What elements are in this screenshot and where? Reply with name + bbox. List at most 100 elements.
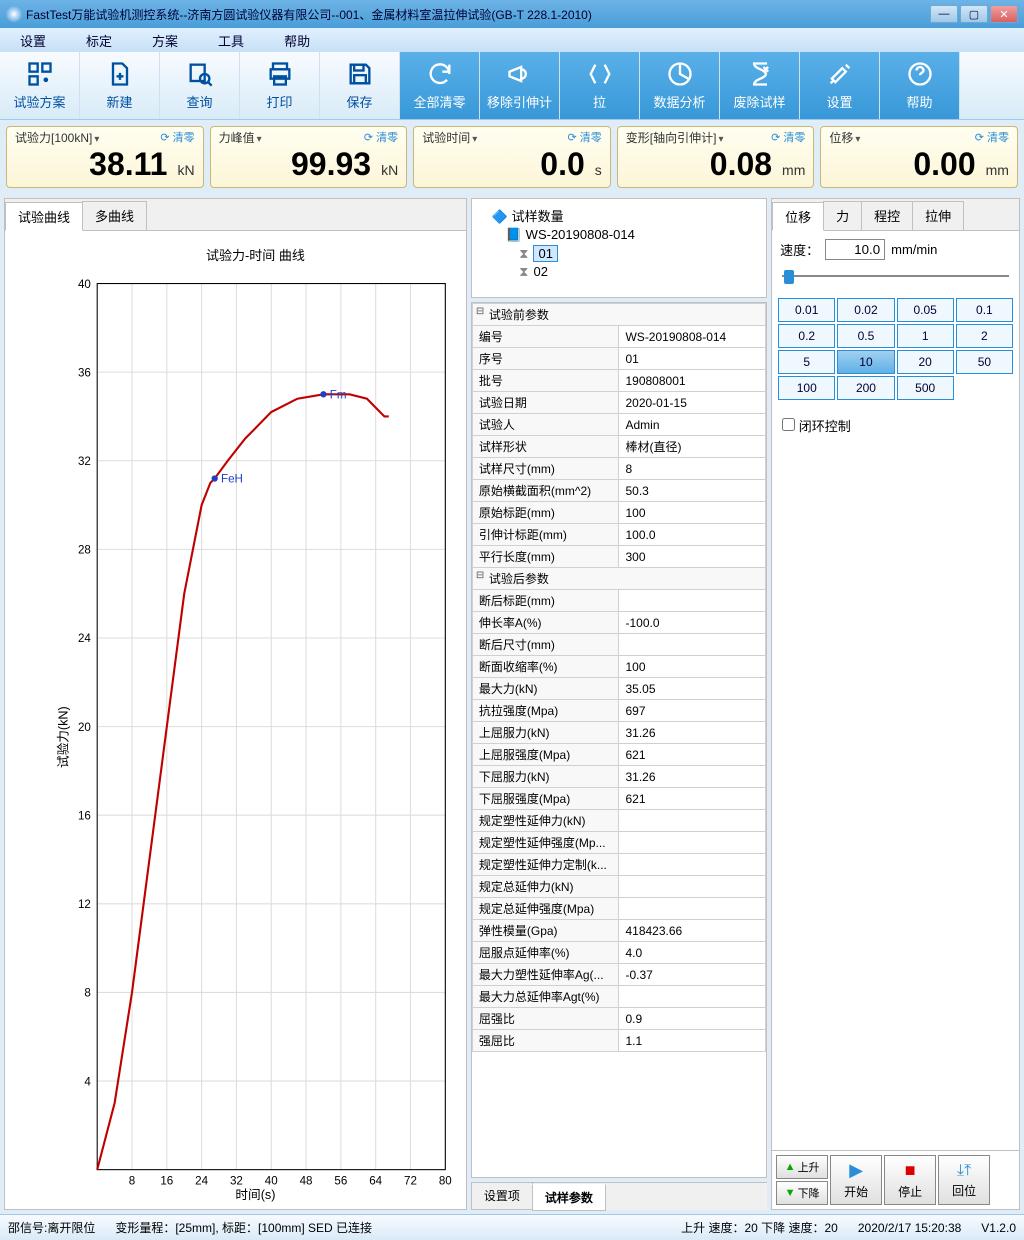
tree-root[interactable]: 🔷 试样数量 [478,205,760,226]
tree-item-02[interactable]: ⧗ 02 [478,263,760,281]
param-row[interactable]: 屈服点延伸率(%)4.0 [472,942,765,964]
tab-program[interactable]: 程控 [861,201,913,230]
param-row[interactable]: 批号190808001 [472,370,765,392]
menu-tools[interactable]: 工具 [218,31,244,50]
clear-button[interactable]: ⟳ 清零 [771,129,805,146]
stop-button[interactable]: ■停止 [884,1155,936,1205]
closed-loop-checkbox[interactable]: 闭环控制 [782,419,851,434]
toolbar-pie[interactable]: 数据分析 [640,52,720,119]
param-row[interactable]: 编号WS-20190808-014 [472,326,765,348]
svg-text:28: 28 [78,544,91,557]
tab-curve[interactable]: 试验曲线 [5,202,83,231]
toolbar-tools[interactable]: 设置 [800,52,880,119]
speed-slider[interactable] [782,268,1009,284]
clear-button[interactable]: ⟳ 清零 [975,129,1009,146]
param-row[interactable]: 平行长度(mm)300 [472,546,765,568]
param-row[interactable]: 强屈比1.1 [472,1030,765,1052]
param-row[interactable]: 最大力(kN)35.05 [472,678,765,700]
tab-displacement[interactable]: 位移 [772,202,824,231]
param-row[interactable]: 规定总延伸强度(Mpa) [472,898,765,920]
speed-preset-2[interactable]: 2 [956,324,1013,348]
speed-preset-10[interactable]: 10 [837,350,894,374]
param-row[interactable]: 伸长率A(%)-100.0 [472,612,765,634]
tree-batch[interactable]: 📘 WS-20190808-014 [478,226,760,244]
speed-preset-0.05[interactable]: 0.05 [897,298,954,322]
toolbar-printer[interactable]: 打印 [240,52,320,119]
param-row[interactable]: 最大力塑性延伸率Ag(...-0.37 [472,964,765,986]
speed-preset-1[interactable]: 1 [897,324,954,348]
toolbar-hourglass-x[interactable]: 废除试样 [720,52,800,119]
titlebar: FastTest万能试验机测控系统--济南方圆试验仪器有限公司--001、金属材… [0,0,1024,28]
param-row[interactable]: 序号01 [472,348,765,370]
speed-preset-0.01[interactable]: 0.01 [778,298,835,322]
speed-preset-0.02[interactable]: 0.02 [837,298,894,322]
speed-preset-0.1[interactable]: 0.1 [956,298,1013,322]
param-row[interactable]: 断后尺寸(mm) [472,634,765,656]
speed-preset-5[interactable]: 5 [778,350,835,374]
param-row[interactable]: 原始横截面积(mm^2)50.3 [472,480,765,502]
toolbar-search[interactable]: 查询 [160,52,240,119]
toolbar-grid[interactable]: 试验方案 [0,52,80,119]
toolbar-save[interactable]: 保存 [320,52,400,119]
down-button[interactable]: ▼下降 [776,1181,828,1205]
tab-tensile[interactable]: 拉伸 [912,201,964,230]
param-row[interactable]: 上屈服强度(Mpa)621 [472,744,765,766]
param-row[interactable]: 规定塑性延伸力定制(k... [472,854,765,876]
menu-settings[interactable]: 设置 [20,31,46,50]
param-row[interactable]: 屈强比0.9 [472,1008,765,1030]
start-button[interactable]: ▶开始 [830,1155,882,1205]
speed-input[interactable] [825,239,885,260]
minimize-button[interactable]: — [930,5,958,23]
tab-force[interactable]: 力 [823,201,862,230]
clear-button[interactable]: ⟳ 清零 [160,129,194,146]
param-row[interactable]: 弹性模量(Gpa)418423.66 [472,920,765,942]
param-row[interactable]: 下屈服强度(Mpa)621 [472,788,765,810]
close-button[interactable]: ✕ [990,5,1018,23]
menu-calibrate[interactable]: 标定 [86,31,112,50]
param-row[interactable]: 规定塑性延伸强度(Mp... [472,832,765,854]
param-row[interactable]: 引伸计标距(mm)100.0 [472,524,765,546]
param-row[interactable]: 规定塑性延伸力(kN) [472,810,765,832]
param-row[interactable]: 试样形状棒材(直径) [472,436,765,458]
svg-text:80: 80 [439,1174,452,1187]
clear-button[interactable]: ⟳ 清零 [568,129,602,146]
maximize-button[interactable]: ▢ [960,5,988,23]
toolbar-help[interactable]: 帮助 [880,52,960,119]
control-panel: 位移 力 程控 拉伸 速度： mm/min 0.010.020.050.10.2… [771,198,1020,1210]
param-row[interactable]: 上屈服力(kN)31.26 [472,722,765,744]
status-deform: 变形量程：[25mm], 标距：[100mm] SED 已连接 [115,1219,372,1236]
param-row[interactable]: 试验人Admin [472,414,765,436]
speed-preset-0.2[interactable]: 0.2 [778,324,835,348]
tab-sample-params[interactable]: 试样参数 [532,1184,606,1211]
toolbar-megaphone[interactable]: 移除引伸计 [480,52,560,119]
param-row[interactable]: 最大力总延伸率Agt(%) [472,986,765,1008]
param-row[interactable]: 抗拉强度(Mpa)697 [472,700,765,722]
param-row[interactable]: 规定总延伸力(kN) [472,876,765,898]
up-button[interactable]: ▲上升 [776,1155,828,1179]
speed-preset-100[interactable]: 100 [778,376,835,400]
return-button[interactable]: ⤓⤒回位 [938,1155,990,1205]
svg-text:36: 36 [78,366,91,379]
param-row[interactable]: 原始标距(mm)100 [472,502,765,524]
chevron-down-icon[interactable]: ⌄ [448,194,460,198]
clear-button[interactable]: ⟳ 清零 [364,129,398,146]
speed-preset-500[interactable]: 500 [897,376,954,400]
speed-preset-0.5[interactable]: 0.5 [837,324,894,348]
param-row[interactable]: 断面收缩率(%)100 [472,656,765,678]
tree-item-01[interactable]: ⧗ 01 [478,244,760,263]
tab-multicurve[interactable]: 多曲线 [82,201,147,230]
readout-1: 力峰值▾⟳ 清零99.93kN [210,126,408,188]
param-row[interactable]: 试验日期2020-01-15 [472,392,765,414]
menu-scheme[interactable]: 方案 [152,31,178,50]
menu-help[interactable]: 帮助 [284,31,310,50]
param-row[interactable]: 试样尺寸(mm)8 [472,458,765,480]
speed-preset-200[interactable]: 200 [837,376,894,400]
toolbar-split[interactable]: 拉 [560,52,640,119]
speed-preset-20[interactable]: 20 [897,350,954,374]
tab-settings-items[interactable]: 设置项 [471,1183,533,1210]
param-row[interactable]: 下屈服力(kN)31.26 [472,766,765,788]
toolbar-refresh[interactable]: 全部清零 [400,52,480,119]
toolbar-file-plus[interactable]: 新建 [80,52,160,119]
param-row[interactable]: 断后标距(mm) [472,590,765,612]
speed-preset-50[interactable]: 50 [956,350,1013,374]
